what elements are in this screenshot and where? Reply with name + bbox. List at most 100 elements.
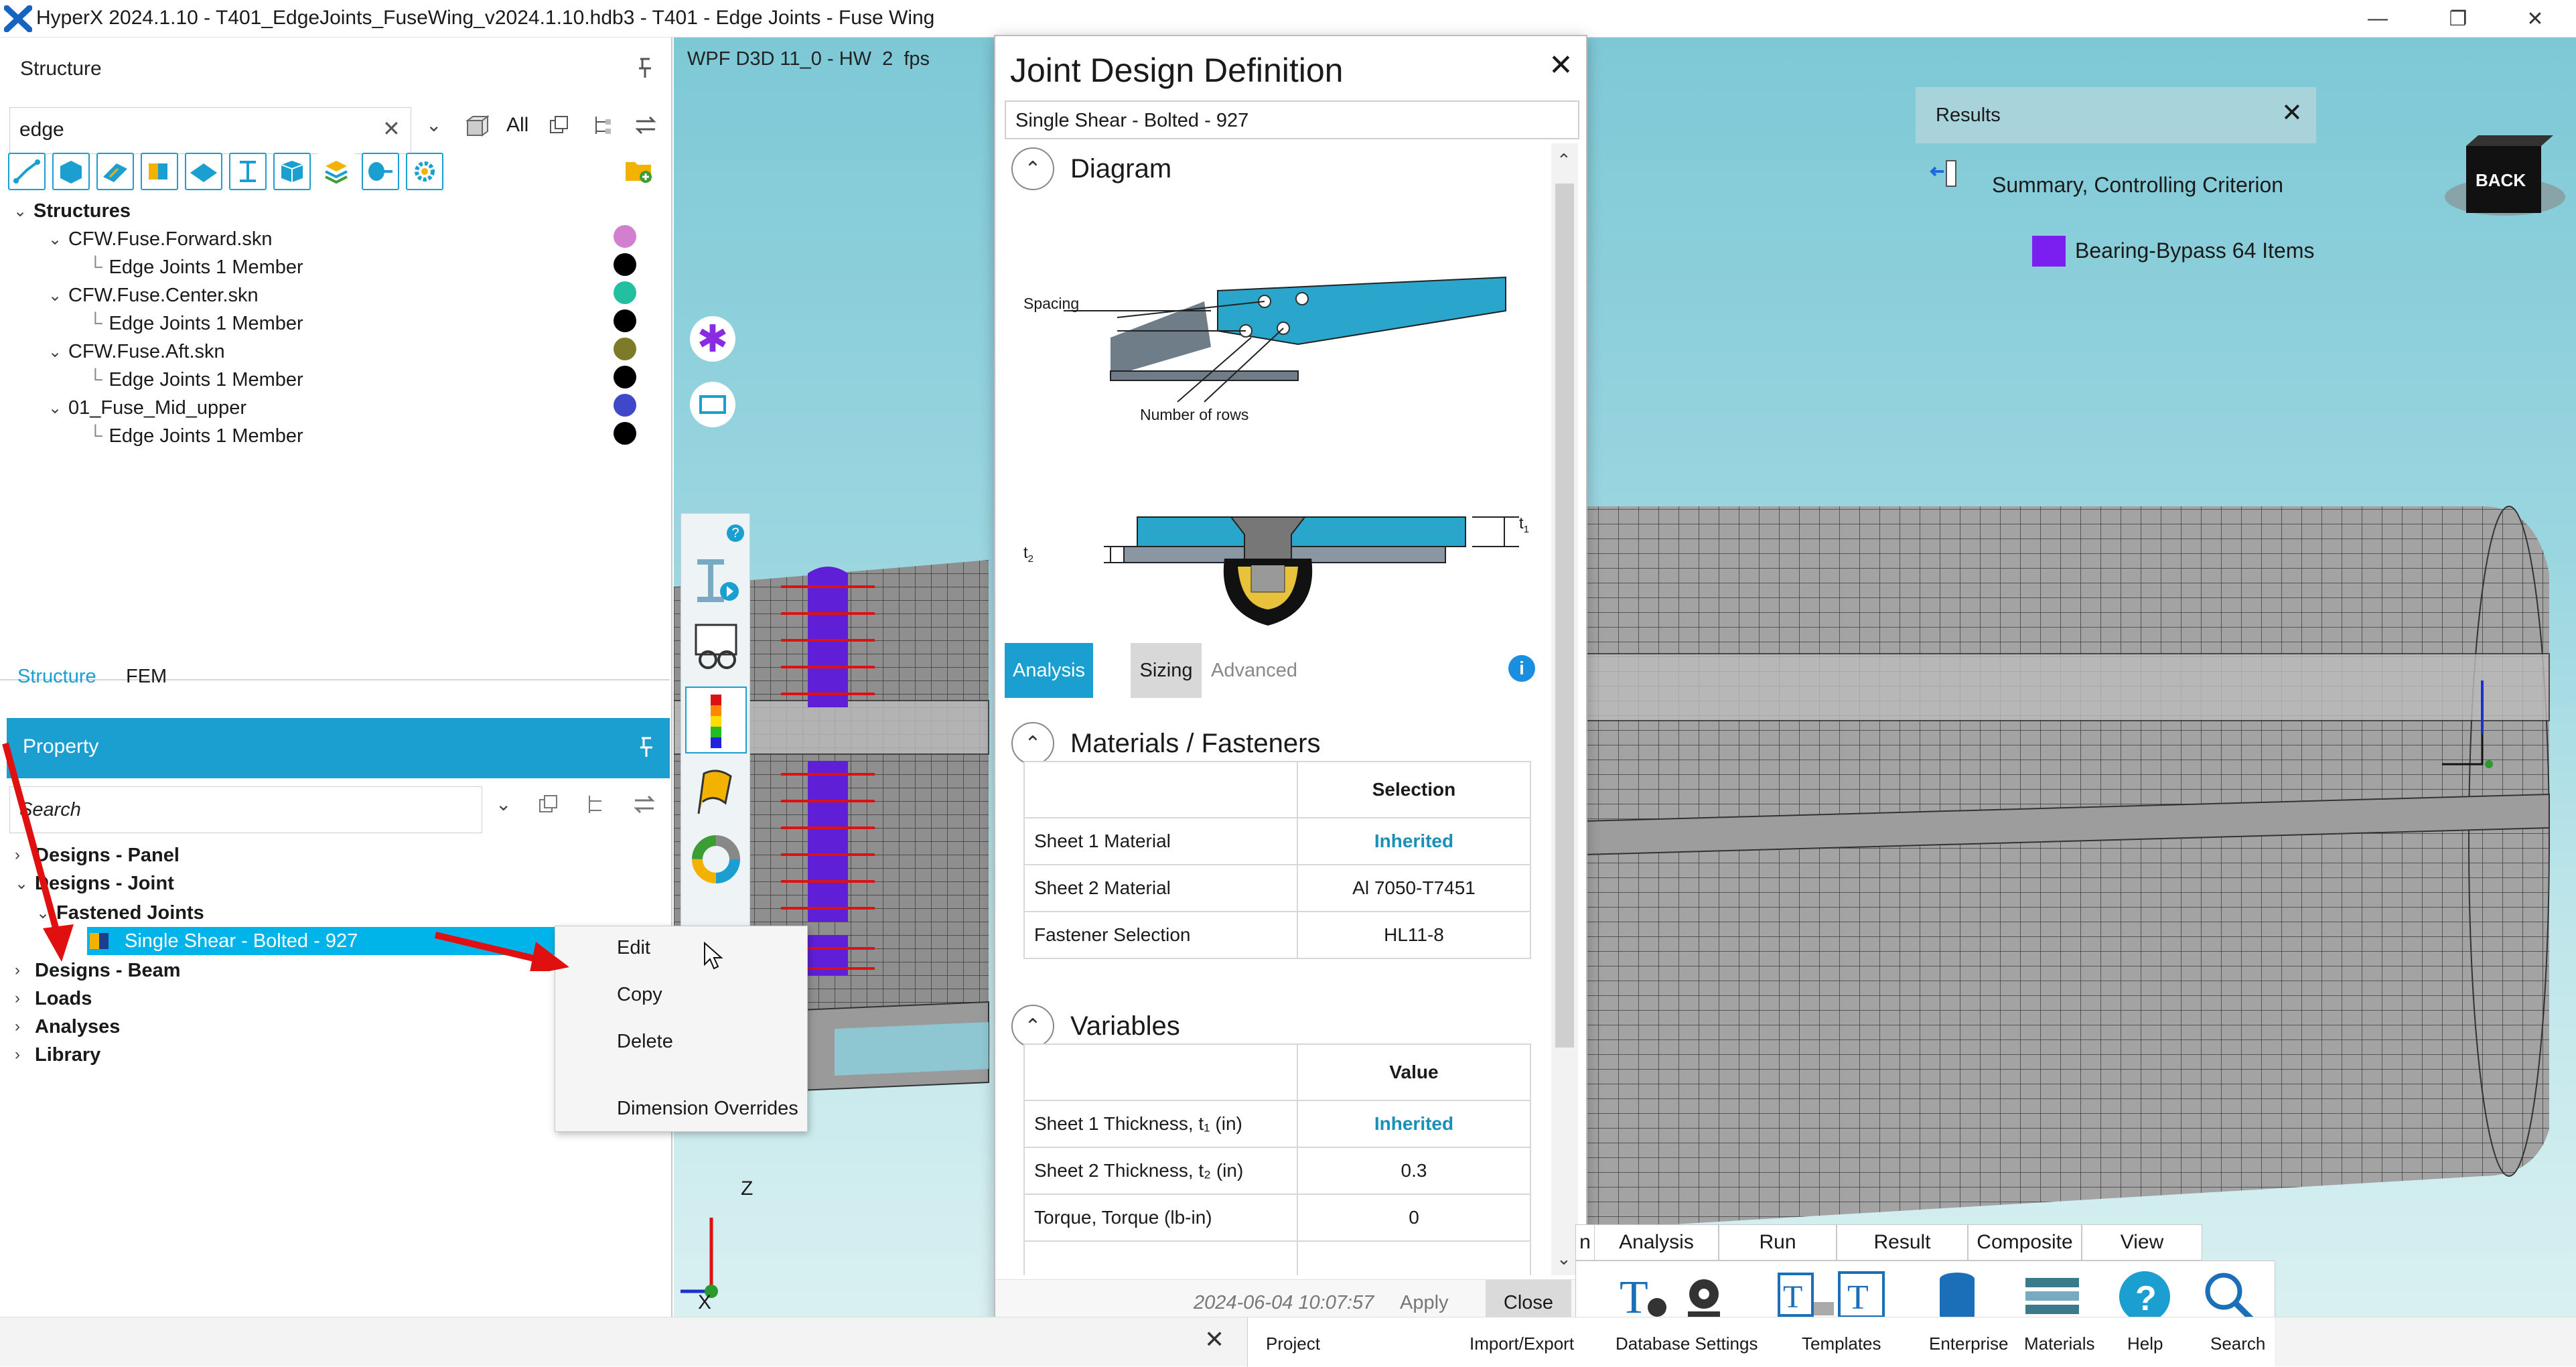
tree-node-edge-joints[interactable]: └ Edge Joints 1 Member — [88, 253, 303, 281]
info-icon[interactable]: i — [1508, 655, 1535, 682]
cube-filter-icon[interactable] — [465, 114, 489, 138]
structure-search-input[interactable]: edge ✕ — [9, 107, 411, 154]
ribbon-group-project[interactable]: Project — [1266, 1334, 1320, 1354]
sheet2-thickness-value[interactable]: 0.3 — [1297, 1147, 1531, 1195]
tab-partial[interactable]: n — [1575, 1224, 1594, 1261]
collapse-variables-icon[interactable]: ⌃ — [1011, 1005, 1054, 1048]
beam-analysis-icon[interactable] — [691, 554, 743, 607]
sheet1-material-value[interactable]: Inherited — [1297, 817, 1531, 865]
swap-icon[interactable] — [635, 115, 656, 135]
materials-section-header[interactable]: ⌃ Materials / Fasteners — [1011, 722, 1320, 765]
new-folder-icon[interactable] — [624, 157, 654, 184]
tree-node-fuse-forward[interactable]: ⌄ CFW.Fuse.Forward.skn — [48, 225, 273, 253]
3d-viewport[interactable]: WPF D3D 11_0 - HW 2 fps ✱ ? Results ✕ Su… — [674, 38, 2576, 1317]
menu-item-delete[interactable]: Delete — [617, 1031, 673, 1053]
settings-icon[interactable] — [406, 153, 443, 190]
minimize-button[interactable]: — — [2341, 0, 2415, 38]
ribbon-button-database-settings[interactable]: Database Settings — [1616, 1334, 1758, 1354]
collapse-results-icon[interactable] — [1929, 158, 1960, 189]
hierarchy-icon[interactable] — [592, 115, 612, 135]
solid-icon[interactable] — [52, 153, 90, 190]
color-swatch[interactable] — [614, 309, 636, 332]
tree-node-structures[interactable]: ⌄ Structures — [13, 197, 131, 225]
tab-advanced[interactable]: Advanced — [1211, 643, 1297, 698]
panel-icon[interactable] — [96, 153, 134, 190]
tree-node-fuse-aft[interactable]: ⌄ CFW.Fuse.Aft.skn — [48, 338, 225, 366]
tab-view[interactable]: View — [2082, 1224, 2202, 1261]
color-swatch[interactable] — [614, 225, 636, 248]
clear-search-icon[interactable]: ✕ — [382, 116, 401, 141]
pin-icon[interactable] — [636, 735, 656, 760]
layers-icon[interactable] — [317, 153, 355, 190]
maximize-button[interactable]: ❐ — [2421, 0, 2495, 38]
tree-node-analyses[interactable]: › Analyses — [15, 1013, 120, 1041]
tab-analysis[interactable]: Analysis — [1005, 643, 1093, 698]
tab-fem[interactable]: FEM — [126, 666, 167, 688]
view-glasses-icon[interactable] — [691, 621, 743, 674]
help-icon[interactable]: ? — [727, 524, 744, 542]
chevron-down-icon[interactable]: ⌄ — [426, 114, 441, 136]
sheet1-thickness-value[interactable]: Inherited — [1297, 1100, 1531, 1148]
beam-icon[interactable] — [229, 153, 267, 190]
box-icon[interactable] — [273, 153, 311, 190]
menu-item-dimension-overrides[interactable]: Dimension Overrides — [617, 1098, 798, 1120]
asterisk-button[interactable]: ✱ — [690, 316, 735, 362]
tab-analysis[interactable]: Analysis — [1594, 1224, 1719, 1261]
sheet2-material-value[interactable]: Al 7050-T7451 — [1297, 864, 1531, 912]
color-swatch[interactable] — [614, 422, 636, 445]
tab-sizing[interactable]: Sizing — [1131, 643, 1202, 698]
apply-button[interactable]: Apply — [1400, 1292, 1449, 1314]
donut-chart-icon[interactable] — [691, 833, 743, 886]
tab-run[interactable]: Run — [1719, 1224, 1837, 1261]
collapse-materials-icon[interactable]: ⌃ — [1011, 722, 1054, 765]
color-swatch[interactable] — [614, 253, 636, 276]
dialog-scrollbar[interactable]: ⌃ ⌄ — [1551, 143, 1578, 1275]
variables-header: Value — [1297, 1044, 1531, 1101]
color-swatch[interactable] — [614, 281, 636, 304]
tab-composite[interactable]: Composite — [1968, 1224, 2082, 1261]
torque-value[interactable]: 0 — [1297, 1194, 1531, 1242]
rectangle-select-button[interactable] — [690, 382, 735, 427]
swap-icon[interactable] — [634, 794, 655, 814]
ribbon-button-help[interactable]: Help — [2127, 1334, 2163, 1354]
tab-result[interactable]: Result — [1837, 1224, 1968, 1261]
tree-node-loads[interactable]: › Loads — [15, 985, 92, 1013]
tree-node-library[interactable]: › Library — [15, 1041, 100, 1069]
fastener-selection-value[interactable]: HL11-8 — [1297, 911, 1531, 959]
all-filter-button[interactable]: All — [506, 114, 528, 137]
variables-section-header[interactable]: ⌃ Variables — [1011, 1005, 1180, 1048]
ribbon-button-enterprise[interactable]: Enterprise — [1929, 1334, 2009, 1354]
close-window-button[interactable]: ✕ — [2498, 0, 2572, 38]
tree-node-fuse-center[interactable]: ⌄ CFW.Fuse.Center.skn — [48, 281, 259, 309]
plate-icon[interactable] — [185, 153, 222, 190]
ribbon-button-search[interactable]: Search — [2210, 1334, 2265, 1354]
color-swatch[interactable] — [614, 338, 636, 360]
joint-icon[interactable] — [141, 153, 178, 190]
tree-node-edge-joints[interactable]: └ Edge Joints 1 Member — [88, 366, 303, 394]
contour-legend-icon[interactable] — [685, 687, 747, 753]
tool-strip: ? — [681, 513, 750, 928]
close-panel-icon[interactable]: ✕ — [1204, 1325, 1224, 1354]
tree-node-edge-joints[interactable]: └ Edge Joints 1 Member — [88, 422, 303, 450]
tree-node-fuse-mid-upper[interactable]: ⌄ 01_Fuse_Mid_upper — [48, 394, 246, 422]
color-swatch[interactable] — [614, 366, 636, 388]
ribbon-button-materials[interactable]: Materials — [2024, 1334, 2094, 1354]
ribbon-group-import-export[interactable]: Import/Export — [1470, 1334, 1574, 1354]
pin-icon[interactable] — [635, 56, 655, 80]
tree-node-edge-joints[interactable]: └ Edge Joints 1 Member — [88, 309, 303, 338]
design-name-input[interactable]: Single Shear - Bolted - 927 — [1005, 100, 1579, 139]
close-results-icon[interactable]: ✕ — [2281, 98, 2303, 128]
copy-icon[interactable] — [549, 115, 569, 135]
color-swatch[interactable] — [614, 394, 636, 417]
fastener-icon[interactable] — [362, 153, 399, 190]
node-icon[interactable] — [8, 153, 46, 190]
flag-icon[interactable] — [691, 767, 743, 820]
back-button[interactable]: BACK — [2431, 117, 2565, 230]
tab-structure[interactable]: Structure — [17, 666, 96, 688]
ribbon-button-templates[interactable]: Templates — [1802, 1334, 1881, 1354]
menu-item-edit[interactable]: Edit — [617, 937, 650, 959]
close-dialog-icon[interactable]: ✕ — [1549, 48, 1573, 82]
diagram-section-header[interactable]: ⌃ Diagram — [1011, 147, 1171, 190]
collapse-diagram-icon[interactable]: ⌃ — [1011, 147, 1054, 190]
menu-item-copy[interactable]: Copy — [617, 984, 662, 1006]
